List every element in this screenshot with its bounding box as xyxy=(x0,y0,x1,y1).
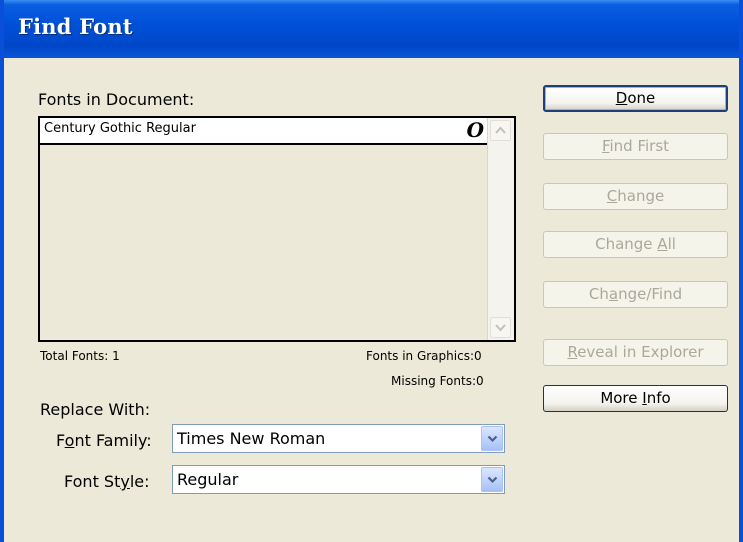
font-list-item[interactable]: Century Gothic Regular O xyxy=(40,118,488,145)
font-family-dropdown-button[interactable] xyxy=(481,426,503,451)
scroll-down-button[interactable] xyxy=(490,317,511,338)
font-style-dropdown[interactable]: Regular xyxy=(172,465,505,494)
font-style-dropdown-button[interactable] xyxy=(481,467,503,492)
missing-fonts-count: Missing Fonts:0 xyxy=(391,374,484,388)
window-title: Find Font xyxy=(18,14,133,39)
replace-with-label: Replace With: xyxy=(40,400,151,419)
font-style-value: Regular xyxy=(177,470,239,489)
scroll-up-button[interactable] xyxy=(490,120,511,141)
done-button[interactable]: Done xyxy=(543,85,728,112)
find-first-button[interactable]: Find First xyxy=(543,133,728,160)
fonts-in-document-list[interactable]: Century Gothic Regular O xyxy=(38,116,516,342)
reveal-in-explorer-button[interactable]: Reveal in Explorer xyxy=(543,339,728,366)
font-style-label: Font Style: xyxy=(64,472,150,491)
change-find-button[interactable]: Change/Find xyxy=(543,281,728,308)
change-button[interactable]: Change xyxy=(543,183,728,210)
title-bar[interactable]: Find Font xyxy=(4,0,739,58)
change-all-button[interactable]: Change All xyxy=(543,231,728,258)
chevron-down-icon xyxy=(487,435,498,443)
font-family-label: Font Family: xyxy=(56,431,152,450)
total-fonts-count: Total Fonts: 1 xyxy=(40,349,120,363)
opentype-font-icon: O xyxy=(466,118,484,142)
font-list-scrollbar[interactable] xyxy=(487,118,514,340)
chevron-up-icon xyxy=(495,126,506,134)
more-info-button[interactable]: More Info xyxy=(543,385,728,412)
fonts-in-graphics-count: Fonts in Graphics:0 xyxy=(366,349,482,363)
font-family-value: Times New Roman xyxy=(177,429,326,448)
fonts-in-document-label: Fonts in Document: xyxy=(38,90,195,109)
font-list-item-name: Century Gothic Regular xyxy=(44,121,196,136)
font-family-dropdown[interactable]: Times New Roman xyxy=(172,424,505,453)
chevron-down-icon xyxy=(495,324,506,332)
find-font-dialog: Find Font Fonts in Document: Century Got… xyxy=(0,0,743,542)
chevron-down-icon xyxy=(487,476,498,484)
